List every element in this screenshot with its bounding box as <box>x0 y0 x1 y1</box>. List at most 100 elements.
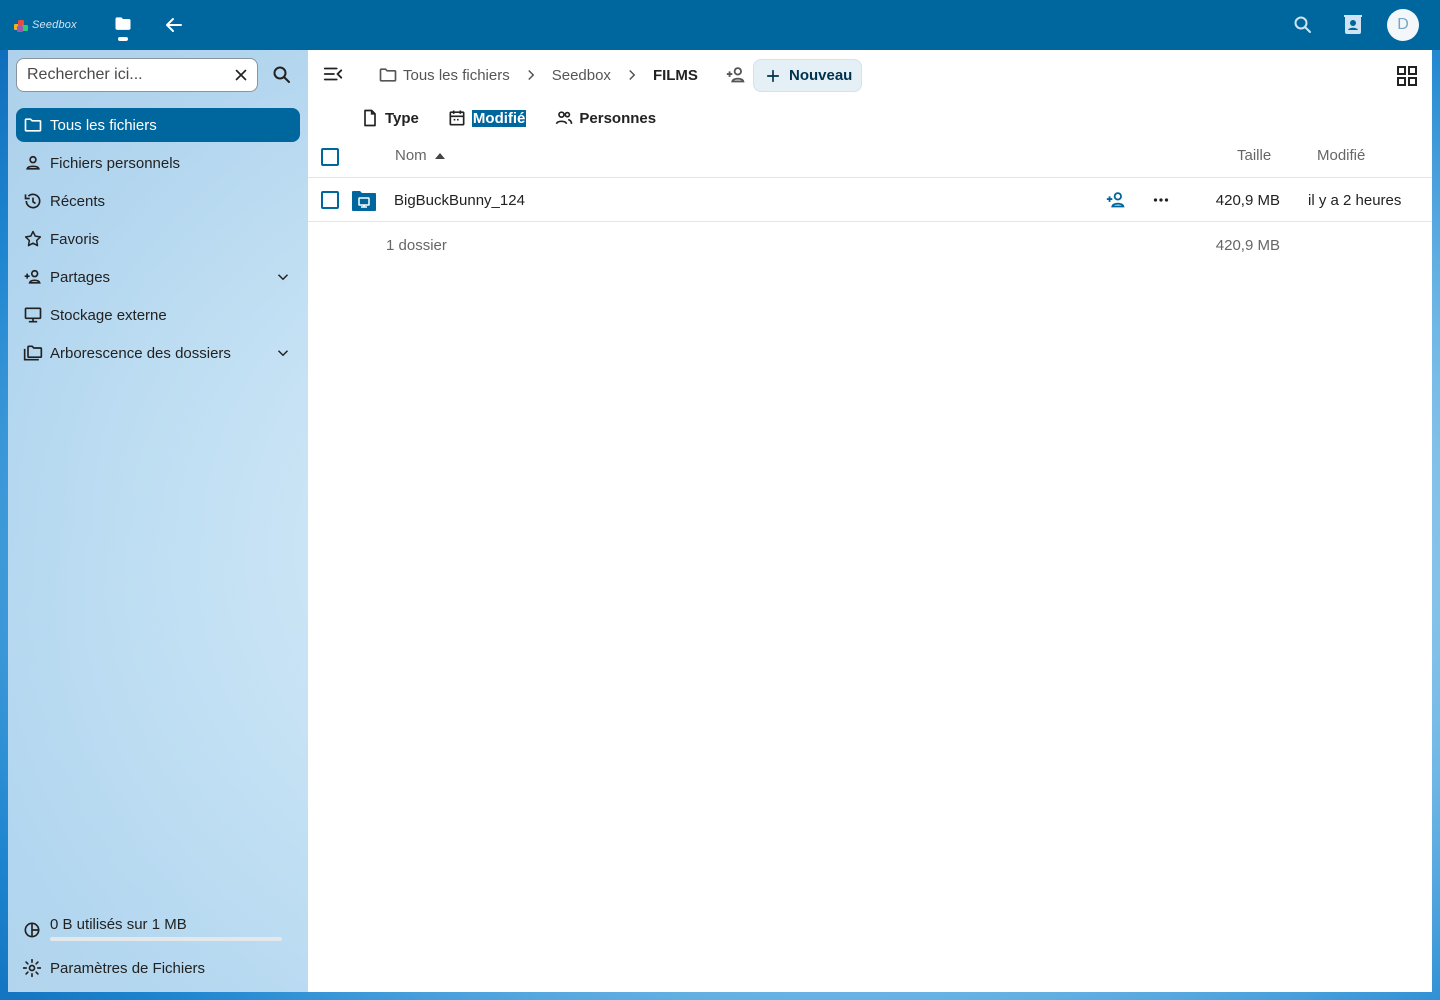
sidebar-item-all-files[interactable]: Tous les fichiers <box>16 108 300 142</box>
external-storage-icon <box>23 305 43 325</box>
gear-icon <box>22 958 42 978</box>
chevron-down-icon[interactable] <box>274 344 292 362</box>
filter-modified-button[interactable]: Modifié <box>447 108 527 128</box>
sidebar-item-label: Arborescence des dossiers <box>50 344 231 362</box>
grid-view-icon <box>1397 66 1417 86</box>
logo[interactable]: Seedbox <box>14 16 77 34</box>
sidebar-item-label: Tous les fichiers <box>50 116 157 134</box>
column-header-name[interactable]: Nom <box>395 147 445 164</box>
sidebar-item-favorites[interactable]: Favoris <box>16 222 300 256</box>
files-settings-button[interactable]: Paramètres de Fichiers <box>22 957 205 979</box>
file-icon <box>360 108 380 128</box>
file-name[interactable]: BigBuckBunny_124 <box>394 192 525 209</box>
back-button[interactable] <box>162 13 186 37</box>
grid-view-button[interactable] <box>1395 64 1419 88</box>
share-icon <box>23 267 43 287</box>
avatar[interactable]: D <box>1387 9 1419 41</box>
breadcrumb-item-all-files[interactable]: Tous les fichiers <box>378 65 510 85</box>
folder-icon <box>378 65 398 85</box>
table-row[interactable]: BigBuckBunny_124 420,9 MB il y a 2 heure… <box>308 178 1432 222</box>
account-icon <box>23 153 43 173</box>
file-modified: il y a 2 heures <box>1308 192 1402 209</box>
summary-count: 1 dossier <box>386 237 447 254</box>
filter-label: Type <box>385 109 419 127</box>
sidebar-item-label: Favoris <box>50 230 100 248</box>
summary-total-size: 420,9 MB <box>1215 237 1280 254</box>
menu-collapse-icon <box>323 67 343 81</box>
sidebar-item-label: Récents <box>50 192 106 210</box>
column-header-size[interactable]: Taille <box>1237 147 1271 164</box>
sidebar-item-folder-tree[interactable]: Arborescence des dossiers <box>16 336 300 370</box>
plus-icon <box>764 67 782 85</box>
sidebar-item-label: Stockage externe <box>50 306 167 324</box>
storage-quota: 0 B utilisés sur 1 MB <box>22 916 292 946</box>
dots-horizontal-icon <box>1153 198 1169 202</box>
settings-label: Paramètres de Fichiers <box>50 959 206 977</box>
breadcrumb: Tous les fichiers Seedbox FILMS <box>378 62 698 88</box>
people-icon <box>554 108 574 128</box>
search-input[interactable] <box>27 66 227 84</box>
breadcrumb-item-current[interactable]: FILMS <box>653 67 698 84</box>
contacts-icon <box>1344 15 1362 34</box>
sidebar-item-recent[interactable]: Récents <box>16 184 300 218</box>
files-app-button[interactable] <box>112 14 134 42</box>
filter-label: Personnes <box>579 109 657 127</box>
sidebar-item-label: Fichiers personnels <box>50 154 181 172</box>
column-header-label: Nom <box>395 147 427 164</box>
sidebar-search-button[interactable] <box>270 63 294 87</box>
breadcrumb-item-seedbox[interactable]: Seedbox <box>552 67 611 84</box>
star-icon <box>23 229 43 249</box>
breadcrumb-label: Tous les fichiers <box>403 66 510 84</box>
folder-tree-icon <box>23 343 43 363</box>
row-actions-button[interactable] <box>1150 189 1172 211</box>
chart-pie-icon <box>22 920 42 940</box>
contacts-button[interactable] <box>1341 13 1365 37</box>
table-summary: 1 dossier 420,9 MB <box>308 222 1432 266</box>
close-icon <box>235 69 247 81</box>
logo-mark-icon <box>14 18 28 32</box>
search-icon <box>273 66 290 83</box>
search-icon <box>1294 16 1311 33</box>
filter-label: Modifié <box>471 109 527 127</box>
history-icon <box>23 191 43 211</box>
row-checkbox[interactable] <box>321 191 339 209</box>
header-search-button[interactable] <box>1291 13 1315 37</box>
column-header-modified[interactable]: Modifié <box>1317 147 1365 164</box>
quota-progress-bar <box>50 937 282 941</box>
sidebar: Tous les fichiers Fichiers personnels Ré… <box>8 50 308 992</box>
quota-label: 0 B utilisés sur 1 MB <box>50 916 187 933</box>
sort-ascending-icon <box>434 152 445 159</box>
column-header-label: Taille <box>1237 147 1272 164</box>
header-bar: Seedbox D <box>0 0 1440 50</box>
breadcrumb-label: Seedbox <box>551 66 611 84</box>
filter-type-button[interactable]: Type <box>360 108 419 128</box>
external-folder-icon <box>351 190 377 212</box>
filter-people-button[interactable]: Personnes <box>554 108 656 128</box>
account-plus-icon <box>1106 192 1125 208</box>
sidebar-item-shares[interactable]: Partages <box>16 260 300 294</box>
share-folder-button[interactable] <box>725 64 747 86</box>
table-header: Nom Taille Modifié <box>308 140 1432 178</box>
clear-search-button[interactable] <box>232 66 250 84</box>
sidebar-item-external-storage[interactable]: Stockage externe <box>16 298 300 332</box>
folder-icon <box>23 115 43 135</box>
chevron-down-icon[interactable] <box>274 268 292 286</box>
select-all-checkbox[interactable] <box>321 148 339 166</box>
filter-bar: Type Modifié Personnes <box>360 107 684 129</box>
toggle-sidebar-button[interactable] <box>322 63 344 85</box>
main-content: Tous les fichiers Seedbox FILMS Nouveau <box>308 50 1432 992</box>
account-plus-icon <box>726 67 745 83</box>
new-button-label: Nouveau <box>789 67 853 84</box>
sidebar-item-personal-files[interactable]: Fichiers personnels <box>16 146 300 180</box>
file-size: 420,9 MB <box>1215 192 1280 209</box>
row-share-button[interactable] <box>1105 189 1127 211</box>
sidebar-search-box <box>16 58 258 92</box>
sidebar-item-label: Partages <box>50 268 111 286</box>
new-button[interactable]: Nouveau <box>753 59 862 92</box>
chevron-right-icon <box>522 66 540 84</box>
files-icon <box>115 17 131 30</box>
breadcrumb-label: FILMS <box>652 66 698 84</box>
chevron-right-icon <box>623 66 641 84</box>
logo-text: Seedbox <box>32 19 77 31</box>
sidebar-nav: Tous les fichiers Fichiers personnels Ré… <box>16 108 300 374</box>
